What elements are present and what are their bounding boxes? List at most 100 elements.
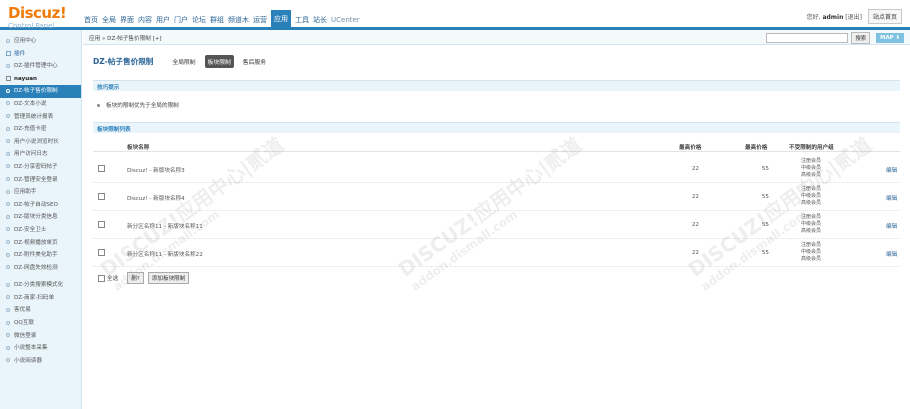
user-groups: 注册会员 中级会员 高级会员 (801, 242, 821, 263)
header: Discuz! Control Panel 首页 全局 界面 内容 用户 门户 … (0, 0, 910, 30)
sidebar-item-active[interactable]: DZ-帖子售价限制 (0, 85, 81, 98)
tip-text: 板块的限制优先于全局的限制 (106, 103, 179, 109)
tips-section-header: 技巧提示 (93, 80, 900, 91)
row-checkbox[interactable] (98, 165, 105, 172)
bullet-icon (6, 307, 10, 312)
logout-link[interactable]: [退出] (845, 14, 862, 21)
search-button[interactable]: 搜索 (851, 32, 871, 44)
add-board-limit-button[interactable]: 添加板块限制 (147, 272, 190, 284)
bullet-icon (6, 126, 10, 131)
sidebar-item[interactable]: DZ-安全卫士 (0, 224, 81, 237)
user-groups: 注册会员 中级会员 高级会员 (801, 158, 821, 179)
user-group: 中级会员 (801, 221, 822, 227)
select-all-label[interactable]: 全选 (107, 274, 118, 282)
collapse-icon[interactable] (6, 50, 11, 56)
sidebar-item[interactable]: DZ-帖子自动SEO (0, 199, 81, 212)
list-section-header: 板块限制列表 (93, 122, 900, 133)
sidebar-item-label: 插件 (14, 50, 26, 57)
sidebar-item[interactable]: DZ-视频播放单页 (0, 237, 81, 250)
table-row: 新分区名称11 - 新版块名称22 22 55 注册会员 中级会员 高级会员 编辑 (93, 239, 900, 267)
user-group: 高级会员 (801, 172, 822, 178)
sidebar-item[interactable]: DZ-充值卡密 (0, 123, 81, 136)
nav-home[interactable]: 首页 (84, 13, 98, 27)
sidebar-item[interactable]: DZ-分类搜索模式化 (0, 279, 81, 292)
user-groups: 注册会员 中级会员 高级会员 (801, 186, 821, 207)
logo-subtitle: Control Panel (8, 22, 55, 30)
sidebar-item[interactable]: DZ-分享密码帖子 (0, 161, 81, 174)
sidebar-item[interactable]: DZ-网盘失效检测 (0, 262, 81, 275)
sidebar-item[interactable]: QQ互联 (0, 317, 81, 330)
sidebar-item[interactable]: DZ-文本小说 (0, 98, 81, 111)
edit-link[interactable]: 编辑 (886, 194, 897, 202)
sidebar-item[interactable]: 微信登录 (0, 330, 81, 343)
row-checkbox[interactable] (98, 193, 105, 200)
site-home-button[interactable]: 站点首页 (867, 9, 902, 24)
sidebar-item-label: DZ-文本小说 (14, 100, 47, 107)
sidebar-item-label: DZ-商家-扫码单 (14, 294, 55, 301)
bullet-icon (6, 151, 10, 156)
sidebar-item[interactable]: DZ-插件管理中心 (0, 60, 81, 73)
row-checkbox[interactable] (98, 221, 105, 228)
sidebar-item[interactable]: 小说阅读器 (0, 355, 81, 368)
board-name: 新分区名称11 - 新版块名称22 (127, 252, 203, 258)
user-group: 中级会员 (801, 165, 822, 171)
tab-board-limit[interactable]: 板块限制 (204, 55, 234, 68)
nav-webmaster[interactable]: 站长 (313, 13, 327, 27)
user-group: 注册会员 (801, 242, 822, 248)
column-header-name: 板块名称 (127, 145, 150, 151)
sidebar-item-label: DZ-网盘失效检测 (14, 264, 58, 271)
nav-apps[interactable]: 应用 (271, 10, 291, 27)
nav-operation[interactable]: 运营 (253, 13, 267, 27)
sidebar-item-label: 应用中心 (14, 38, 37, 44)
sidebar-item-label: 微信登录 (14, 332, 37, 339)
sidebar-item[interactable]: 管理员统计报表 (0, 111, 81, 124)
sidebar-item[interactable]: 用户访问日志 (0, 148, 81, 161)
tab-after-sales[interactable]: 售后服务 (240, 55, 269, 68)
sidebar-item[interactable]: DZ-版块分类信息 (0, 211, 81, 224)
greeting: 您好, admin [退出] (807, 12, 862, 21)
sidebar-item[interactable]: 小说整本采集 (0, 342, 81, 355)
sidebar-item-label: DZ-充值卡密 (14, 126, 47, 133)
sidebar-item[interactable]: DZ-管理安全登录 (0, 174, 81, 187)
sidebar-item[interactable]: DZ-商家-扫码单 (0, 292, 81, 305)
board-name: 新分区名称11 - 新版块名称11 (127, 224, 203, 230)
logo[interactable]: Discuz! Control Panel (8, 6, 76, 31)
sidebar-item[interactable]: 应用中心 (0, 35, 81, 48)
user-group: 注册会员 (801, 214, 822, 220)
breadcrumb[interactable]: 应用 » DZ-帖子售价限制 [+] (89, 34, 162, 42)
edit-link[interactable]: 编辑 (886, 222, 897, 230)
nav-forum[interactable]: 论坛 (192, 13, 206, 27)
sidebar-item-label: 用户访问日志 (14, 151, 48, 158)
main-content: 应用 » DZ-帖子售价限制 [+] 搜索 MAP ⬇ DZ-帖子售价限制 全局… (83, 30, 910, 409)
tab-global-limit[interactable]: 全局限制 (169, 55, 198, 68)
nav-content[interactable]: 内容 (138, 13, 152, 27)
sidebar-item[interactable]: 用户小说浏览时长 (0, 136, 81, 149)
map-button[interactable]: MAP ⬇ (876, 33, 904, 43)
nav-tools[interactable]: 工具 (295, 13, 309, 27)
sidebar-item-label: QQ互联 (14, 320, 34, 327)
sidebar-item[interactable]: DZ-附件美化助手 (0, 249, 81, 262)
select-all-checkbox[interactable] (98, 274, 105, 282)
sidebar-group-plugins[interactable]: 插件 (0, 48, 81, 61)
nav-ui[interactable]: 界面 (120, 13, 134, 27)
collapse-icon[interactable] (6, 75, 11, 81)
bullet-icon (6, 38, 10, 43)
nav-portal[interactable]: 门户 (174, 13, 188, 27)
nav-user[interactable]: 用户 (156, 13, 170, 27)
bullet-icon (6, 345, 10, 350)
bullet-icon (97, 104, 100, 107)
nav-group[interactable]: 群组 (210, 13, 224, 27)
sidebar-group-nayuan[interactable]: nayuan (0, 73, 81, 86)
bullet-icon (6, 139, 10, 144)
nav-ucenter[interactable]: UCenter (331, 14, 360, 26)
page-title: DZ-帖子售价限制 (93, 57, 154, 66)
edit-link[interactable]: 编辑 (886, 250, 897, 258)
nav-channel[interactable]: 频道木 (228, 13, 249, 27)
edit-link[interactable]: 编辑 (886, 166, 897, 174)
row-checkbox[interactable] (98, 249, 105, 256)
search-input[interactable] (766, 33, 849, 43)
nav-global[interactable]: 全局 (102, 13, 116, 27)
sidebar-item[interactable]: 应用助手 (0, 186, 81, 199)
sidebar-item[interactable]: 客优易 (0, 304, 81, 317)
delete-button[interactable]: 删? (127, 272, 144, 284)
